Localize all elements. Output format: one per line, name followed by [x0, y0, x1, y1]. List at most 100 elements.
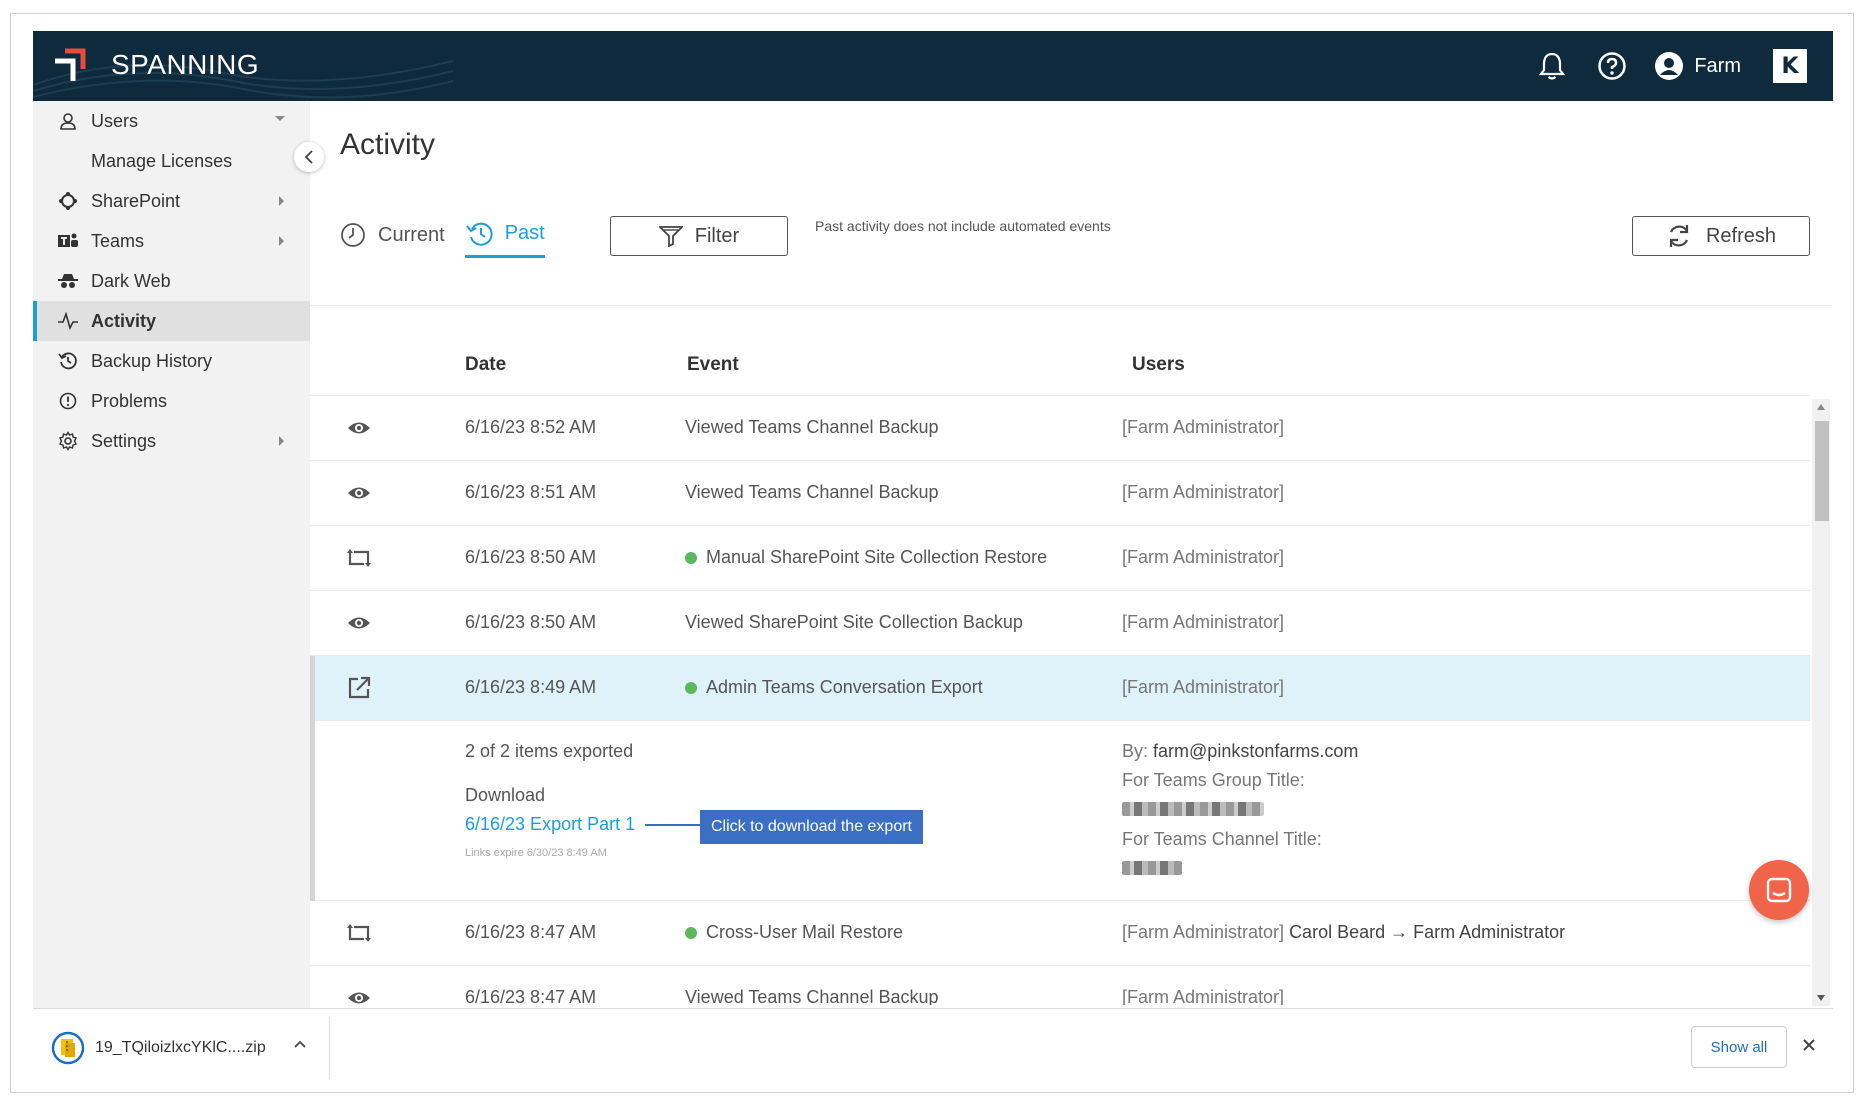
tab-past[interactable]: Past [464, 212, 545, 258]
table-row[interactable]: 6/16/23 8:51 AM Viewed Teams Channel Bac… [310, 461, 1810, 526]
row-event: Viewed Teams Channel Backup [685, 482, 939, 502]
caret-right-icon [279, 436, 284, 446]
sidebar-item-sharepoint[interactable]: SharePoint [33, 181, 310, 221]
refresh-button[interactable]: Refresh [1632, 216, 1810, 256]
sidebar-item-label: Backup History [91, 350, 213, 371]
sidebar-item-label: Dark Web [91, 270, 171, 291]
user-menu[interactable]: Farm [1654, 51, 1741, 81]
table-row[interactable]: 6/16/23 8:47 AM Viewed Teams Channel Bac… [310, 966, 1810, 1005]
clock-icon [340, 222, 366, 248]
tab-current[interactable]: Current [340, 212, 445, 258]
by-email: farm@pinkstonfarms.com [1153, 741, 1359, 761]
table-row-expanded[interactable]: 6/16/23 8:49 AM Admin Teams Conversation… [310, 656, 1810, 721]
table-scrollbar[interactable] [1812, 399, 1830, 1006]
success-status-dot [685, 681, 697, 694]
sidebar-item-label: Teams [91, 230, 145, 251]
sidebar-item-settings[interactable]: Settings [33, 421, 310, 461]
refresh-icon [1666, 223, 1692, 249]
sidebar-item-teams[interactable]: Teams [33, 221, 310, 261]
caret-down-icon [275, 116, 285, 121]
tab-current-label: Current [378, 223, 445, 246]
brand-logo[interactable]: SPANNING [51, 47, 259, 83]
sidebar-item-label: Activity [91, 310, 157, 331]
table-row[interactable]: 6/16/23 8:52 AM Viewed Teams Channel Bac… [310, 396, 1810, 461]
gear-icon [57, 430, 79, 452]
scroll-up-icon[interactable] [1817, 404, 1825, 410]
row-event: Admin Teams Conversation Export [685, 677, 983, 698]
activity-table: 6/16/23 8:52 AM Viewed Teams Channel Bac… [310, 395, 1810, 1005]
history-icon [57, 350, 79, 372]
row-event: Viewed Teams Channel Backup [685, 417, 939, 437]
download-tooltip: Click to download the export [700, 810, 923, 844]
downloaded-file[interactable]: 19_TQiloizlxcYKlC....zip [51, 1029, 266, 1067]
tab-past-label: Past [504, 222, 545, 244]
sidebar-item-manage-licenses[interactable]: Manage Licenses [33, 141, 310, 181]
eye-icon [346, 986, 372, 1005]
row-users: [Farm Administrator] [1122, 677, 1285, 697]
table-row[interactable]: 6/16/23 8:50 AM Manual SharePoint Site C… [310, 526, 1810, 591]
history-icon [465, 221, 493, 247]
filter-button[interactable]: Filter [610, 216, 788, 256]
kaseya-badge[interactable]: K [1773, 49, 1807, 83]
caret-right-icon [279, 236, 284, 246]
success-status-dot [685, 551, 697, 564]
row-detail-panel: 2 of 2 items exported Download 6/16/23 E… [310, 721, 1810, 901]
download-label: Download [465, 785, 546, 805]
sidebar-item-problems[interactable]: Problems [33, 381, 310, 421]
table-row[interactable]: 6/16/23 8:50 AM Viewed SharePoint Site C… [310, 591, 1810, 656]
sidebar: Users Manage Licenses SharePoint Teams D… [33, 101, 310, 1008]
user-name: Farm [1694, 54, 1741, 77]
eye-icon [346, 611, 372, 635]
row-date: 6/16/23 8:47 AM [465, 922, 597, 942]
bell-icon [1539, 52, 1566, 80]
refresh-label: Refresh [1705, 224, 1777, 247]
row-event-text: Cross-User Mail Restore [706, 922, 904, 942]
chat-icon [1766, 877, 1792, 903]
sidebar-item-users[interactable]: Users [33, 101, 310, 141]
row-users-mapping: Carol Beard → Farm Administrator [1289, 922, 1566, 942]
row-users: [Farm Administrator] [1122, 612, 1285, 632]
scroll-thumb[interactable] [1815, 421, 1829, 521]
app-header: SPANNING Farm K [33, 31, 1833, 101]
table-row[interactable]: 6/16/23 8:47 AM Cross-User Mail Restore … [310, 901, 1810, 966]
collapse-sidebar-button[interactable] [294, 142, 324, 172]
tooltip-connector [645, 824, 701, 826]
sidebar-item-activity[interactable]: Activity [33, 301, 310, 341]
activity-tabs: Current Past [340, 212, 565, 258]
links-expire-text: Links expire 6/30/23 8:49 AM [465, 847, 607, 859]
close-icon[interactable] [1801, 1037, 1817, 1053]
divider [329, 1017, 330, 1079]
help-button[interactable] [1594, 48, 1630, 84]
spy-icon [57, 270, 79, 292]
sidebar-item-dark-web[interactable]: Dark Web [33, 261, 310, 301]
sharepoint-icon [57, 190, 79, 212]
sidebar-item-backup-history[interactable]: Backup History [33, 341, 310, 381]
user-icon [57, 110, 79, 132]
success-status-dot [685, 926, 697, 939]
chevron-up-icon[interactable] [293, 1039, 307, 1049]
column-header-users[interactable]: Users [1132, 354, 1185, 376]
eye-icon [346, 481, 372, 505]
chevron-left-icon [304, 150, 313, 164]
sidebar-item-label: Problems [91, 390, 168, 411]
past-activity-note: Past activity does not include automated… [815, 218, 1111, 234]
row-users-admin: [Farm Administrator] [1122, 922, 1285, 942]
chat-launcher-button[interactable] [1749, 860, 1809, 920]
column-header-date[interactable]: Date [465, 354, 506, 376]
row-users: [Farm Administrator] [1122, 547, 1285, 567]
teams-icon [57, 230, 79, 252]
sidebar-item-label: Users [91, 110, 139, 131]
show-all-button[interactable]: Show all [1691, 1026, 1787, 1068]
export-icon [346, 676, 372, 700]
download-bar: 19_TQiloizlxcYKlC....zip Show all [33, 1008, 1833, 1086]
column-header-event[interactable]: Event [687, 354, 739, 376]
scroll-down-icon[interactable] [1817, 995, 1825, 1001]
row-event: Viewed Teams Channel Backup [685, 987, 939, 1005]
by-label: By: [1122, 741, 1149, 761]
notifications-button[interactable] [1534, 48, 1570, 84]
expanded-indicator [310, 721, 315, 901]
export-download-link[interactable]: 6/16/23 Export Part 1 [465, 814, 635, 835]
downloaded-filename: 19_TQiloizlxcYKlC....zip [95, 1039, 266, 1056]
redacted-channel-title [1122, 861, 1182, 875]
divider [310, 305, 1832, 306]
